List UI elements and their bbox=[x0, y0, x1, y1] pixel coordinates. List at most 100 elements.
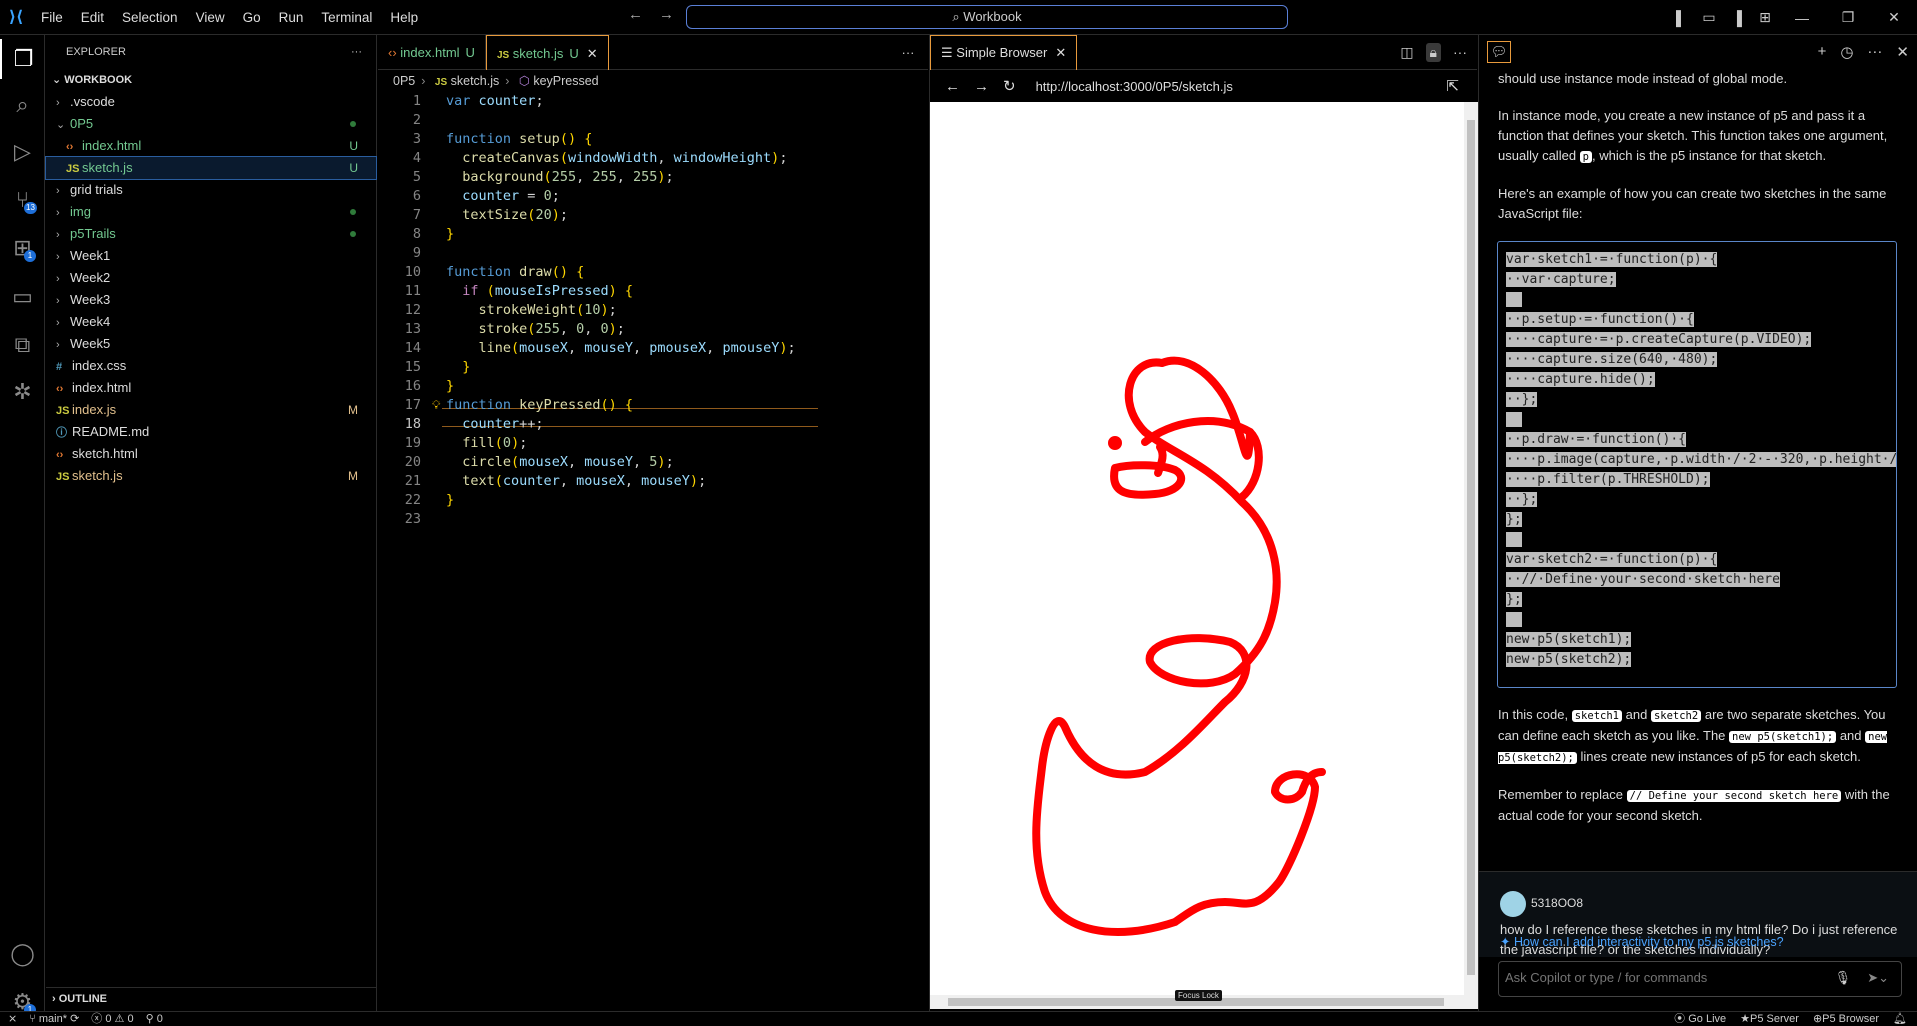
code-line[interactable]: 7 textSize(20); bbox=[378, 206, 918, 225]
browser-vertical-scrollbar[interactable] bbox=[1464, 102, 1478, 995]
notifications-icon[interactable]: 🔔︎ bbox=[1893, 1012, 1907, 1026]
folder-item[interactable]: ⌄ 0P5 bbox=[46, 113, 376, 135]
menu-run[interactable]: Run bbox=[270, 10, 313, 25]
chat-input[interactable] bbox=[1505, 970, 1805, 985]
source-control-icon[interactable]: ⑂ 13 bbox=[0, 180, 45, 220]
remote-explorer-icon[interactable]: ▭ bbox=[0, 277, 45, 317]
code-line[interactable]: 17 function keyPressed() {💡︎ bbox=[378, 396, 918, 415]
reload-icon[interactable]: ↻ bbox=[1003, 77, 1016, 95]
code-line[interactable]: 21 text(counter, mouseX, mouseY); bbox=[378, 472, 918, 491]
command-center-search[interactable]: ⌕ Workbook bbox=[686, 5, 1288, 29]
editor-more-actions-icon[interactable]: ··· bbox=[888, 35, 928, 69]
explorer-icon[interactable]: ❐ bbox=[0, 39, 45, 79]
breadcrumb-file[interactable]: sketch.js bbox=[451, 74, 500, 88]
menu-terminal[interactable]: Terminal bbox=[312, 10, 381, 25]
account-icon[interactable]: ◯ bbox=[0, 934, 45, 974]
forward-arrow-icon[interactable]: → bbox=[974, 78, 989, 95]
menu-edit[interactable]: Edit bbox=[72, 10, 113, 25]
more-actions-icon[interactable]: ··· bbox=[1453, 44, 1467, 60]
restore-icon[interactable]: ❐ bbox=[1825, 9, 1871, 26]
ports-indicator[interactable]: ⚲ 0 bbox=[146, 1012, 163, 1026]
code-line[interactable]: 5 background(255, 255, 255); bbox=[378, 168, 918, 187]
lock-group-icon[interactable]: 🔒︎ bbox=[1425, 42, 1441, 62]
code-line[interactable]: 11 if (mouseIsPressed) { bbox=[378, 282, 918, 301]
p5-server-button[interactable]: ★P5 Server bbox=[1740, 1012, 1799, 1026]
menu-selection[interactable]: Selection bbox=[113, 10, 187, 25]
url-input[interactable]: http://localhost:3000/0P5/sketch.js bbox=[1036, 79, 1233, 94]
folder-item[interactable]: › grid trials bbox=[46, 179, 376, 201]
search-view-icon[interactable]: ⌕ bbox=[0, 85, 45, 125]
tab-sketch-js[interactable]: JS sketch.js U ✕ bbox=[485, 35, 609, 70]
new-chat-icon[interactable]: + bbox=[1818, 43, 1827, 61]
back-arrow-icon[interactable]: ← bbox=[628, 6, 643, 23]
code-line[interactable]: 14 line(mouseX, mouseY, pmouseX, pmouseY… bbox=[378, 339, 918, 358]
focus-lock-indicator[interactable]: Focus Lock bbox=[1175, 990, 1222, 1001]
file-item[interactable]: ‹› index.html bbox=[46, 377, 376, 399]
toggle-panel-icon[interactable]: ▭ bbox=[1695, 9, 1723, 26]
folder-item[interactable]: › Week3 bbox=[46, 289, 376, 311]
code-line[interactable]: 16} bbox=[378, 377, 918, 396]
toggle-primary-sidebar-icon[interactable]: ▌ bbox=[1667, 10, 1695, 26]
more-actions-icon[interactable]: ··· bbox=[351, 35, 362, 69]
file-item[interactable]: JS sketch.js M bbox=[46, 465, 376, 487]
folder-item[interactable]: › img bbox=[46, 201, 376, 223]
folder-item[interactable]: › Week4 bbox=[46, 311, 376, 333]
outline-section[interactable]: › OUTLINE bbox=[46, 987, 377, 1009]
open-external-icon[interactable]: ⇱ bbox=[1446, 77, 1459, 95]
close-window-icon[interactable]: ✕ bbox=[1871, 9, 1917, 26]
code-block[interactable]: var·sketch1·=·function(p)·{··var·capture… bbox=[1497, 241, 1897, 688]
breadcrumb-folder[interactable]: 0P5 bbox=[393, 74, 415, 88]
p5-browser-button[interactable]: ⊕P5 Browser bbox=[1813, 1012, 1879, 1026]
folder-item[interactable]: › Week5 bbox=[46, 333, 376, 355]
file-item[interactable]: ‹› sketch.html bbox=[46, 443, 376, 465]
folder-item[interactable]: › Week2 bbox=[46, 267, 376, 289]
file-item[interactable]: JS sketch.js U bbox=[45, 156, 377, 180]
run-debug-icon[interactable]: ▷ bbox=[0, 132, 45, 172]
problems-indicator[interactable]: ⓧ 0 ⚠ 0 bbox=[91, 1012, 133, 1026]
file-item[interactable]: # index.css bbox=[46, 355, 376, 377]
folder-item[interactable]: › p5Trails bbox=[46, 223, 376, 245]
more-actions-icon[interactable]: ··· bbox=[1867, 43, 1882, 61]
file-item[interactable]: ⓘ README.md bbox=[46, 421, 376, 443]
code-editor[interactable]: 1 var counter; 2 3 function setup() {4 creat… bbox=[378, 92, 918, 529]
forward-arrow-icon[interactable]: → bbox=[659, 6, 674, 23]
toggle-secondary-sidebar-icon[interactable]: ▐ bbox=[1723, 10, 1751, 26]
menu-file[interactable]: File bbox=[32, 10, 72, 25]
puzzle-icon[interactable]: ✲ bbox=[0, 372, 45, 412]
remote-icon[interactable]: ⨯ bbox=[8, 1012, 17, 1026]
workspace-section[interactable]: ⌄ WORKBOOK bbox=[46, 69, 376, 91]
send-icon[interactable]: ➤⌄ bbox=[1867, 970, 1889, 986]
code-line[interactable]: 22} bbox=[378, 491, 918, 510]
branch-indicator[interactable]: ⑂ main* ⟳ bbox=[29, 1012, 79, 1026]
folder-item[interactable]: › Week1 bbox=[46, 245, 376, 267]
tab-index-html[interactable]: ‹› index.html U bbox=[378, 35, 486, 70]
code-line[interactable]: 23 bbox=[378, 510, 918, 529]
code-line[interactable]: 2 bbox=[378, 111, 918, 130]
p5-canvas[interactable] bbox=[930, 102, 1464, 995]
close-tab-icon[interactable]: ✕ bbox=[587, 46, 598, 61]
breadcrumb-symbol[interactable]: keyPressed bbox=[533, 74, 598, 88]
minimize-icon[interactable]: — bbox=[1779, 10, 1825, 26]
customize-layout-icon[interactable]: ⊞ bbox=[1751, 9, 1779, 26]
menu-help[interactable]: Help bbox=[381, 10, 427, 25]
extensions-icon[interactable]: ⊞ 1 bbox=[0, 228, 45, 268]
chat-icon[interactable]: 💬︎ bbox=[1487, 41, 1511, 63]
code-line[interactable]: 18 counter++; bbox=[378, 415, 918, 434]
folder-item[interactable]: › .vscode bbox=[46, 91, 376, 113]
file-item[interactable]: JS index.js M bbox=[46, 399, 376, 421]
history-icon[interactable]: ◷ bbox=[1840, 43, 1853, 61]
lightbulb-icon[interactable]: 💡︎ bbox=[432, 396, 440, 415]
chat-input-box[interactable]: 🎙︎ ➤⌄ bbox=[1498, 961, 1902, 997]
split-editor-icon[interactable]: ◫ bbox=[1400, 44, 1413, 61]
code-line[interactable]: 8} bbox=[378, 225, 918, 244]
menu-view[interactable]: View bbox=[187, 10, 234, 25]
go-live-button[interactable]: ⦿ Go Live bbox=[1674, 1012, 1726, 1026]
menu-go[interactable]: Go bbox=[234, 10, 270, 25]
code-line[interactable]: 15 } bbox=[378, 358, 918, 377]
file-item[interactable]: ‹› index.html U bbox=[46, 135, 376, 157]
code-line[interactable]: 13 stroke(255, 0, 0); bbox=[378, 320, 918, 339]
follow-up-suggestion[interactable]: ✦ How can I add interactivity to my p5.j… bbox=[1500, 934, 1784, 949]
code-line[interactable]: 3 function setup() { bbox=[378, 130, 918, 149]
tab-simple-browser[interactable]: ☰ Simple Browser ✕ bbox=[930, 35, 1078, 70]
code-line[interactable]: 19 fill(0); bbox=[378, 434, 918, 453]
